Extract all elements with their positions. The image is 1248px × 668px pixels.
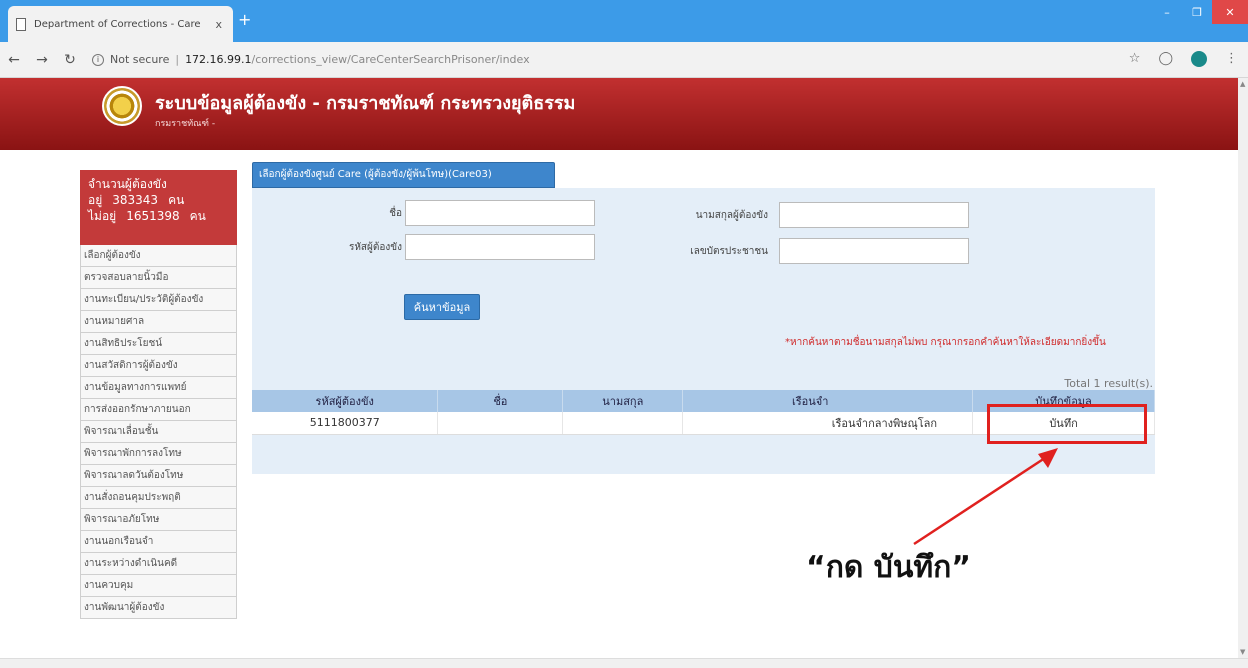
security-label: Not secure xyxy=(110,53,170,66)
sidebar-item-benefits[interactable]: งานสิทธิประโยชน์ xyxy=(80,333,237,355)
sidebar-item-welfare[interactable]: งานสวัสดิการผู้ต้องขัง xyxy=(80,355,237,377)
menu-icon[interactable]: ⋮ xyxy=(1225,51,1238,67)
column-header-name: ชื่อ xyxy=(437,390,564,412)
page-viewport: ระบบข้อมูลผู้ต้องขัง - กรมราชทัณฑ์ กระทร… xyxy=(0,78,1238,658)
sidebar-item-parole[interactable]: พิจารณาพักการลงโทษ xyxy=(80,443,237,465)
stats-out-value: 1651398 xyxy=(126,209,180,223)
cell-name xyxy=(437,412,564,435)
stats-out-row: ไม่อยู่ 1651398 คน xyxy=(88,208,231,224)
scroll-down-icon[interactable]: ▼ xyxy=(1240,648,1245,656)
tab-close-icon[interactable]: x xyxy=(212,18,225,31)
cell-prisoner-id: 5111800377 xyxy=(252,412,439,435)
window-controls: – ❐ ✕ xyxy=(1152,0,1248,24)
search-button[interactable]: ค้นหาข้อมูล xyxy=(404,294,480,320)
sidebar-item-sentence-reduction[interactable]: พิจารณาลดวันต้องโทษ xyxy=(80,465,237,487)
maximize-icon[interactable]: ❐ xyxy=(1182,0,1212,24)
sidebar-item-pending-trial[interactable]: งานระหว่างดำเนินคดี xyxy=(80,553,237,575)
url-field[interactable]: i Not secure | 172.16.99.1 /corrections_… xyxy=(92,53,530,66)
info-icon[interactable]: i xyxy=(92,53,104,66)
citizen-id-input[interactable] xyxy=(779,238,969,264)
stats-title: จำนวนผู้ต้องขัง xyxy=(88,177,167,191)
scroll-up-icon[interactable]: ▲ xyxy=(1240,80,1245,88)
sidebar-item-warrants[interactable]: งานหมายศาล xyxy=(80,311,237,333)
page-icon xyxy=(16,17,26,31)
back-icon[interactable]: ← xyxy=(0,52,28,68)
sidebar-item-custody[interactable]: งานควบคุม xyxy=(80,575,237,597)
vertical-scrollbar[interactable]: ▲ ▼ xyxy=(1238,78,1248,658)
stats-in-row: อยู่ 383343 คน xyxy=(88,192,231,208)
minimize-icon[interactable]: – xyxy=(1152,0,1182,24)
new-tab-button[interactable]: + xyxy=(238,10,251,29)
tab-care-search[interactable]: เลือกผู้ต้องขังศูนย์ Care (ผู้ต้องขัง/ผู… xyxy=(252,162,555,188)
column-header-prison: เรือนจำ xyxy=(682,390,974,412)
browser-tab[interactable]: Department of Corrections - Care x xyxy=(8,6,233,42)
toolbar-icons: ☆ ◯ ⋮ xyxy=(1129,51,1238,67)
forward-icon[interactable]: → xyxy=(28,52,56,68)
browser-titlebar: Department of Corrections - Care x + – ❐… xyxy=(0,0,1248,42)
sidebar-item-pardon[interactable]: พิจารณาอภัยโทษ xyxy=(80,509,237,531)
sidebar-item-promotion[interactable]: พิจารณาเลื่อนชั้น xyxy=(80,421,237,443)
prisoner-id-label: รหัสผู้ต้องขัง xyxy=(348,242,402,253)
url-host: 172.16.99.1 xyxy=(185,53,252,66)
cell-prison: เรือนจำกลางพิษณุโลก xyxy=(682,412,974,435)
name-label: ชื่อ xyxy=(389,208,402,219)
site-title: ระบบข้อมูลผู้ต้องขัง - กรมราชทัณฑ์ กระทร… xyxy=(155,93,576,114)
sidebar-item-registry[interactable]: งานทะเบียน/ประวัติผู้ต้องขัง xyxy=(80,289,237,311)
surname-input[interactable] xyxy=(779,202,969,228)
sidebar-item-medical[interactable]: งานข้อมูลทางการแพทย์ xyxy=(80,377,237,399)
profile-icon[interactable] xyxy=(1191,51,1207,67)
window-close-icon[interactable]: ✕ xyxy=(1212,0,1248,24)
star-icon[interactable]: ☆ xyxy=(1129,51,1141,67)
result-count: Total 1 result(s). xyxy=(1064,377,1153,390)
annotation-arrow xyxy=(913,448,1058,546)
name-input[interactable] xyxy=(405,200,595,226)
camera-icon[interactable]: ◯ xyxy=(1158,51,1173,67)
horizontal-scrollbar[interactable] xyxy=(0,658,1248,668)
prisoner-stats: จำนวนผู้ต้องขัง อยู่ 383343 คน ไม่อยู่ 1… xyxy=(80,170,237,245)
search-hint: *หากค้นหาตามชื่อนามสกุลไม่พบ กรุณากรอกคำ… xyxy=(785,337,1106,348)
stats-out-unit: คน xyxy=(189,209,206,223)
address-bar: ← → ↻ i Not secure | 172.16.99.1 /correc… xyxy=(0,42,1248,78)
prisoner-id-input[interactable] xyxy=(405,234,595,260)
column-header-surname: นามสกุล xyxy=(562,390,684,412)
sidebar-item-probation[interactable]: งานสั่งถอนคุมประพฤติ xyxy=(80,487,237,509)
annotation-text: “กด บันทึก” xyxy=(806,550,972,585)
stats-in-label: อยู่ xyxy=(88,193,103,207)
reload-icon[interactable]: ↻ xyxy=(56,52,84,68)
sidebar-item-development[interactable]: งานพัฒนาผู้ต้องขัง xyxy=(80,597,237,619)
column-header-prisoner-id: รหัสผู้ต้องขัง xyxy=(252,390,439,412)
stats-out-label: ไม่อยู่ xyxy=(88,209,117,223)
stats-in-unit: คน xyxy=(168,193,185,207)
department-seal-icon xyxy=(102,86,142,126)
citizen-id-label: เลขบัตรประชาชน xyxy=(690,246,768,257)
url-separator: | xyxy=(175,53,180,66)
tab-title: Department of Corrections - Care xyxy=(34,18,201,30)
site-subtitle: กรมราชทัณฑ์ - xyxy=(155,119,216,129)
cell-surname xyxy=(562,412,684,435)
stats-in-value: 383343 xyxy=(112,193,159,207)
sidebar-item-external-treatment[interactable]: การส่งออกรักษาภายนอก xyxy=(80,399,237,421)
sidebar-item-outside-work[interactable]: งานนอกเรือนจำ xyxy=(80,531,237,553)
sidebar-item-select-prisoner[interactable]: เลือกผู้ต้องขัง xyxy=(80,245,237,267)
sidebar: จำนวนผู้ต้องขัง อยู่ 383343 คน ไม่อยู่ 1… xyxy=(80,170,237,619)
url-path: /corrections_view/CareCenterSearchPrison… xyxy=(251,53,530,66)
surname-label: นามสกุลผู้ต้องขัง xyxy=(695,210,768,221)
site-banner: ระบบข้อมูลผู้ต้องขัง - กรมราชทัณฑ์ กระทร… xyxy=(0,78,1238,150)
sidebar-item-fingerprint[interactable]: ตรวจสอบลายนิ้วมือ xyxy=(80,267,237,289)
